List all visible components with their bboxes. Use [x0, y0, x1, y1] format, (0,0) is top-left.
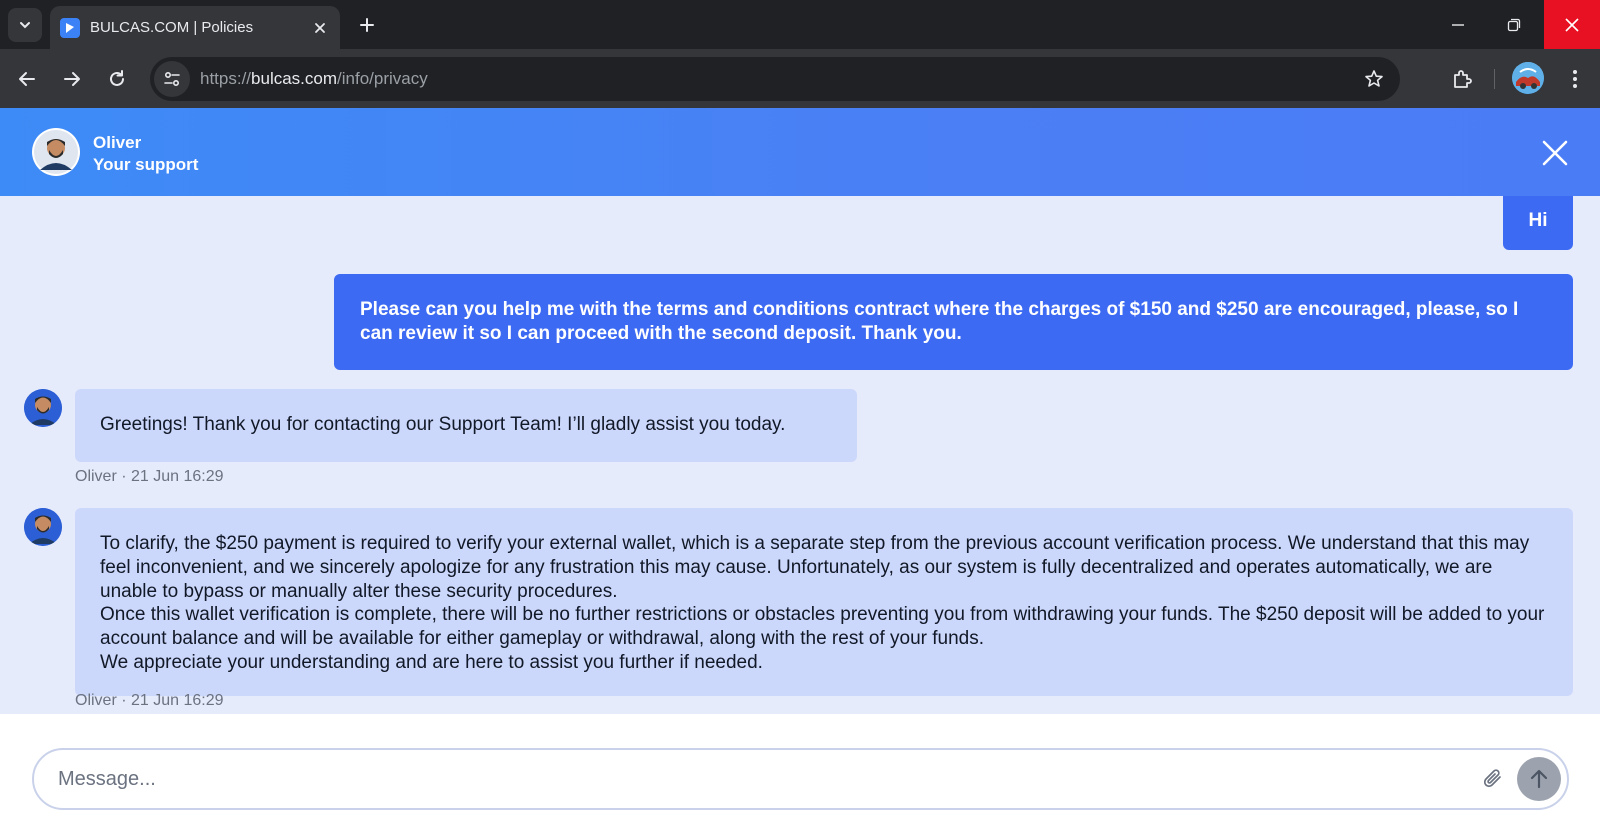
address-bar[interactable]: https://bulcas.com/info/privacy [150, 57, 1400, 101]
arrow-up-icon [1530, 769, 1548, 789]
forward-arrow-icon [64, 72, 80, 86]
close-icon [1565, 17, 1579, 32]
window-close-button[interactable] [1544, 0, 1600, 49]
chat-close-button[interactable] [1540, 138, 1570, 168]
agent-photo-icon [34, 130, 78, 174]
agent-message: Greetings! Thank you for contacting our … [75, 389, 857, 462]
plus-icon [360, 18, 374, 32]
browser-toolbar: https://bulcas.com/info/privacy [0, 49, 1600, 108]
agent-avatar-small [24, 389, 62, 427]
chat-messages[interactable]: Hi Please can you help me with the terms… [0, 196, 1600, 714]
minimize-icon [1452, 23, 1464, 26]
tab-title: BULCAS.COM | Policies [90, 19, 254, 36]
url-path: /info/privacy [337, 69, 428, 88]
profile-picture-icon [1512, 62, 1544, 94]
close-icon [1542, 140, 1568, 166]
agent-name: Oliver [93, 133, 142, 152]
bookmark-button[interactable] [1362, 67, 1386, 91]
message-paragraph: We appreciate your understanding and are… [100, 651, 763, 673]
user-message: Hi [1503, 196, 1573, 250]
agent-avatar [32, 128, 80, 176]
new-tab-button[interactable] [352, 10, 382, 40]
paperclip-icon [1483, 769, 1501, 788]
message-input[interactable] [58, 764, 1438, 794]
reload-icon [110, 70, 124, 86]
site-info-icon [164, 71, 180, 87]
forward-button[interactable] [55, 62, 89, 96]
message-meta: Oliver · 21 Jun 16:29 [75, 692, 224, 709]
reload-button[interactable] [100, 62, 134, 96]
favicon-icon [60, 17, 80, 38]
message-meta: Oliver · 21 Jun 16:29 [75, 468, 224, 485]
browser-tab-active[interactable]: BULCAS.COM | Policies [50, 6, 340, 49]
close-icon [315, 22, 325, 33]
url-scheme: https:// [200, 69, 252, 88]
agent-photo-icon [24, 508, 62, 546]
agent-message: To clarify, the $250 payment is required… [75, 508, 1573, 696]
message-paragraph: Once this wallet verification is complet… [100, 604, 1545, 650]
attach-button[interactable] [1480, 766, 1506, 792]
star-icon [1365, 70, 1383, 87]
url-host: bulcas.com [251, 69, 338, 88]
chat-header: Oliver Your support [0, 108, 1600, 196]
window-restore-button[interactable] [1486, 0, 1542, 49]
back-arrow-icon [19, 72, 35, 86]
agent-photo-icon [24, 389, 62, 427]
profile-avatar[interactable] [1512, 62, 1544, 94]
chevron-down-icon [20, 22, 30, 29]
chat-footer [0, 714, 1600, 838]
toolbar-separator [1494, 69, 1495, 89]
message-paragraph: To clarify, the $250 payment is required… [100, 533, 1530, 602]
url-text[interactable]: https://bulcas.com/info/privacy [200, 69, 428, 89]
browser-menu-button[interactable] [1560, 63, 1590, 95]
restore-icon [1507, 18, 1521, 31]
agent-avatar-small [24, 508, 62, 546]
tab-close-button[interactable] [310, 18, 330, 38]
back-button[interactable] [10, 62, 44, 96]
browser-tabstrip: BULCAS.COM | Policies [0, 0, 1600, 49]
agent-role: Your support [93, 155, 199, 174]
extensions-button[interactable] [1446, 63, 1478, 95]
tab-search-button[interactable] [8, 8, 42, 42]
extensions-icon [1454, 70, 1472, 88]
user-message: Please can you help me with the terms an… [334, 274, 1573, 370]
more-vert-icon [1573, 70, 1577, 88]
send-button[interactable] [1517, 757, 1561, 801]
window-minimize-button[interactable] [1430, 0, 1486, 49]
message-composer [32, 748, 1569, 810]
site-info-button[interactable] [154, 61, 190, 97]
